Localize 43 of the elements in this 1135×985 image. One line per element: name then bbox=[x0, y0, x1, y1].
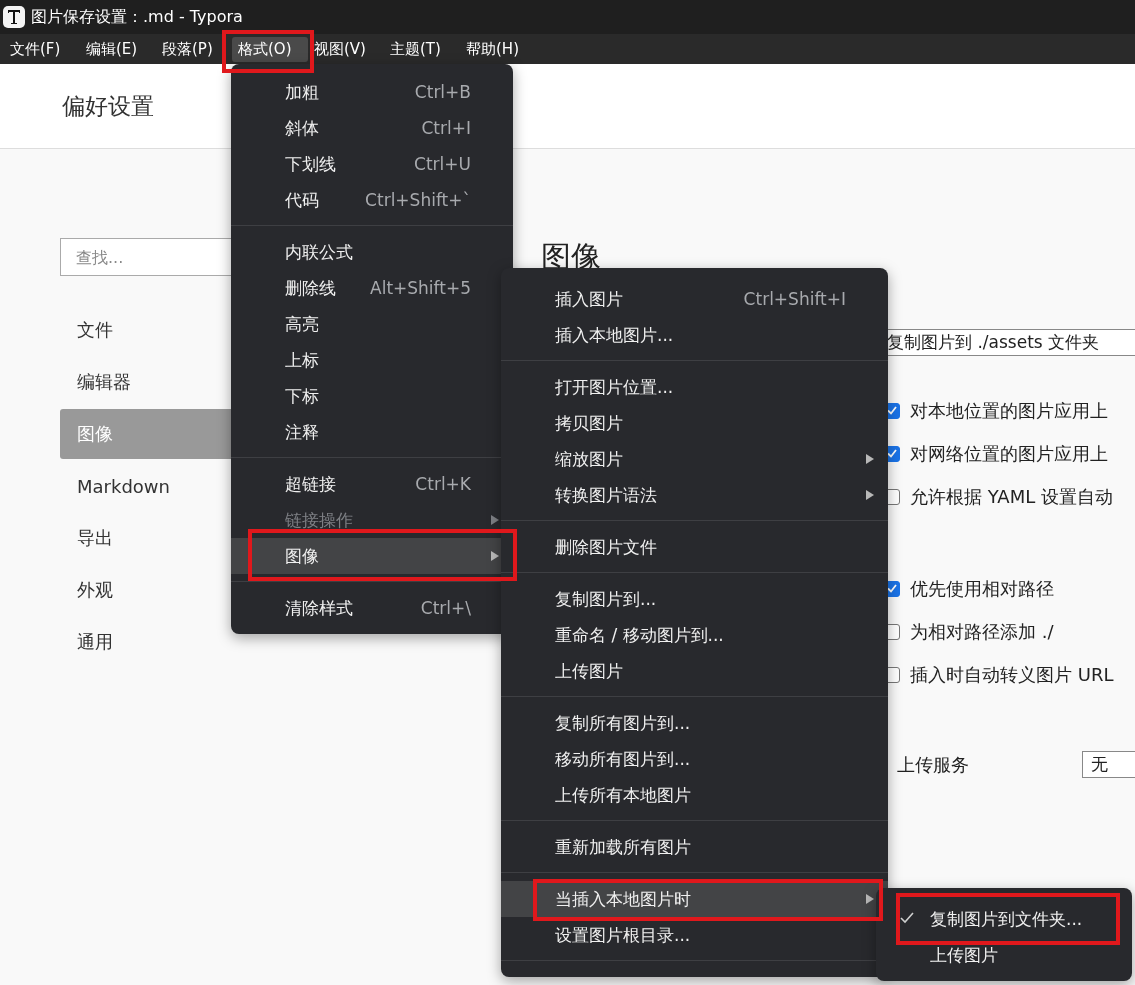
menu-item[interactable]: 重新加载所有图片 bbox=[501, 829, 888, 865]
menu-bar-item[interactable]: 编辑(E) bbox=[80, 36, 156, 62]
option-label: 为相对路径添加 ./ bbox=[910, 619, 1054, 644]
option-label: 对网络位置的图片应用上 bbox=[910, 441, 1108, 466]
menu-item[interactable]: 上传所有本地图片 bbox=[501, 777, 888, 813]
menu-item[interactable]: 代码 Ctrl+Shift+` bbox=[231, 182, 513, 218]
menu-item[interactable]: 缩放图片 bbox=[501, 441, 888, 477]
menu-item[interactable]: 斜体 Ctrl+I bbox=[231, 110, 513, 146]
menu-item[interactable]: 插入图片 Ctrl+Shift+I bbox=[501, 281, 888, 317]
menu-item[interactable]: 下划线 Ctrl+U bbox=[231, 146, 513, 182]
preferences-title: 偏好设置 bbox=[62, 91, 154, 121]
menu-bar-item[interactable]: 格式(O) bbox=[232, 36, 308, 62]
upload-service-label: 上传服务 bbox=[897, 752, 970, 777]
sidebar-item[interactable]: 通用 bbox=[60, 617, 235, 667]
submenu-arrow-icon bbox=[491, 515, 499, 525]
menu-item[interactable]: 复制图片到... bbox=[501, 581, 888, 617]
upload-service-select[interactable]: 无 bbox=[1082, 751, 1135, 778]
menu-item[interactable]: 上传图片 bbox=[501, 653, 888, 689]
menu-bar-item[interactable]: 视图(V) bbox=[308, 36, 384, 62]
submenu-arrow-icon bbox=[866, 894, 874, 904]
menu-item[interactable]: 插入本地图片... bbox=[501, 317, 888, 353]
menu-item[interactable]: 移动所有图片到... bbox=[501, 741, 888, 777]
menu-item[interactable]: 加粗 Ctrl+B bbox=[231, 74, 513, 110]
sidebar-item[interactable]: 文件 bbox=[60, 305, 235, 355]
submenu-arrow-icon bbox=[866, 490, 874, 500]
window-title: 图片保存设置：.md - Typora bbox=[31, 6, 243, 28]
submenu-arrow-icon bbox=[866, 454, 874, 464]
option-label: 优先使用相对路径 bbox=[910, 576, 1054, 601]
menu-item[interactable]: 复制所有图片到... bbox=[501, 705, 888, 741]
menu-bar-item[interactable]: 段落(P) bbox=[156, 36, 232, 62]
sidebar-item[interactable]: 编辑器 bbox=[60, 357, 235, 407]
menu-item[interactable]: 拷贝图片 bbox=[501, 405, 888, 441]
option-label: 对本地位置的图片应用上 bbox=[910, 398, 1108, 423]
menu-bar-item[interactable]: 主题(T) bbox=[384, 36, 460, 62]
option-label: 插入时自动转义图片 URL bbox=[910, 662, 1114, 687]
menu-item[interactable]: 重命名 / 移动图片到... bbox=[501, 617, 888, 653]
menu-bar-item[interactable]: 帮助(H) bbox=[460, 36, 536, 62]
option-label: 允许根据 YAML 设置自动 bbox=[910, 484, 1113, 509]
menu-bar-item[interactable]: 文件(F) bbox=[4, 36, 80, 62]
submenu-arrow-icon bbox=[491, 551, 499, 561]
app-logo-icon bbox=[3, 6, 25, 28]
menu-item[interactable]: 当插入本地图片时 bbox=[501, 881, 888, 917]
menu-item[interactable]: 打开图片位置... bbox=[501, 369, 888, 405]
